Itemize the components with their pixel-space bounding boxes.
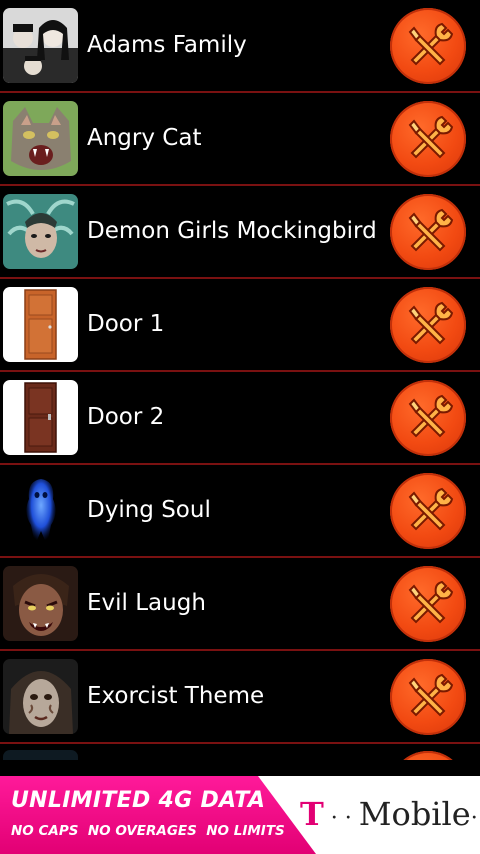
list-item[interactable]: Door 2 [0, 372, 480, 465]
settings-button[interactable] [390, 194, 466, 270]
item-label: Demon Girls Mockingbird [87, 218, 377, 244]
tools-icon [408, 673, 454, 717]
list-item[interactable]: Adams Family [0, 0, 480, 93]
tools-icon [408, 394, 454, 438]
tmobile-logo-tail: · [470, 806, 478, 831]
settings-button[interactable] [390, 380, 466, 456]
tools-icon [408, 208, 454, 252]
item-label: Door 2 [87, 404, 165, 430]
evil-face-thumbnail [3, 566, 78, 641]
settings-button[interactable] [390, 751, 466, 760]
list-item[interactable]: Exorcist Theme [0, 651, 480, 744]
app-screen: Adams Family Angry Cat Demon Girls Mocki… [0, 0, 480, 854]
item-label: Dying Soul [87, 497, 211, 523]
settings-button[interactable] [390, 566, 466, 642]
list-item[interactable]: Door 1 [0, 279, 480, 372]
adams-family-thumbnail [3, 8, 78, 83]
item-label: Door 1 [87, 311, 165, 337]
ad-subline: NO CAPS NO OVERAGES NO LIMITS [11, 823, 285, 839]
ad-headline: UNLIMITED 4G DATA [11, 788, 266, 813]
ad-promo-panel: UNLIMITED 4G DATA NO CAPS NO OVERAGES NO… [0, 776, 316, 854]
item-label: Evil Laugh [87, 590, 206, 616]
ringtone-list[interactable]: Adams Family Angry Cat Demon Girls Mocki… [0, 0, 480, 760]
demon-girl-thumbnail [3, 194, 78, 269]
settings-button[interactable] [390, 473, 466, 549]
partial-thumbnail [3, 750, 78, 760]
item-label: Adams Family [87, 32, 247, 58]
tools-icon [408, 580, 454, 624]
tools-icon [408, 22, 454, 66]
list-item[interactable]: Dying Soul [0, 465, 480, 558]
settings-button[interactable] [390, 659, 466, 735]
settings-button[interactable] [390, 287, 466, 363]
tmobile-logo-name: Mobile [358, 795, 471, 833]
tmobile-logo: T · · Mobile· [300, 792, 478, 836]
exorcist-face-thumbnail [3, 659, 78, 734]
item-label: Exorcist Theme [87, 683, 265, 709]
list-item[interactable]: Demon Girls Mockingbird [0, 186, 480, 279]
tools-icon [408, 115, 454, 159]
ghost-thumbnail [3, 473, 78, 548]
settings-button[interactable] [390, 8, 466, 84]
tools-icon [408, 487, 454, 531]
list-item[interactable] [0, 744, 480, 760]
list-item[interactable]: Evil Laugh [0, 558, 480, 651]
door-thumbnail [3, 287, 78, 362]
ad-banner[interactable]: UNLIMITED 4G DATA NO CAPS NO OVERAGES NO… [0, 776, 480, 854]
list-item[interactable]: Angry Cat [0, 93, 480, 186]
door-thumbnail [3, 380, 78, 455]
tmobile-logo-dots: · · [323, 806, 359, 831]
tmobile-logo-t: T [300, 795, 324, 833]
item-label: Angry Cat [87, 125, 202, 151]
tools-icon [408, 301, 454, 345]
settings-button[interactable] [390, 101, 466, 177]
angry-cat-thumbnail [3, 101, 78, 176]
